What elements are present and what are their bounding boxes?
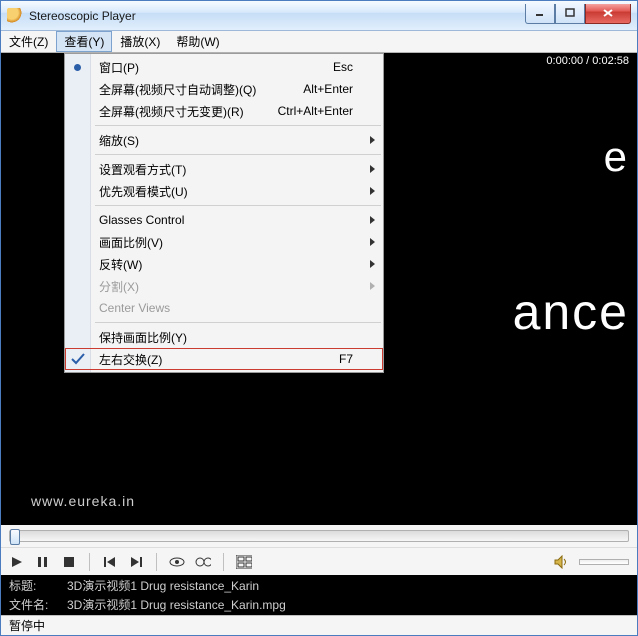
- menu-item-keep-aspect[interactable]: 保持画面比例(Y): [65, 326, 383, 348]
- play-button[interactable]: [9, 554, 25, 570]
- submenu-arrow-icon: [370, 136, 375, 144]
- menu-help[interactable]: 帮助(W): [168, 31, 227, 52]
- menu-view[interactable]: 查看(Y): [56, 31, 112, 52]
- check-icon: [70, 351, 86, 367]
- menu-separator: [95, 154, 381, 155]
- info-title-label: 标题:: [9, 577, 49, 594]
- menu-item-label: 全屏幕(视频尺寸自动调整)(Q): [99, 81, 256, 98]
- menu-play[interactable]: 播放(X): [112, 31, 168, 52]
- menu-item-label: 缩放(S): [99, 132, 139, 149]
- glasses-icon[interactable]: [195, 554, 211, 570]
- window-title: Stereoscopic Player: [29, 9, 525, 23]
- menu-item-label: Glasses Control: [99, 213, 184, 227]
- info-file-label: 文件名:: [9, 596, 49, 613]
- video-watermark: www.eureka.in: [31, 493, 135, 509]
- status-text: 暂停中: [9, 617, 45, 634]
- menu-item-label: 左右交换(Z): [99, 351, 162, 368]
- infobar: 标题: 3D演示视频1 Drug resistance_Karin 文件名: 3…: [1, 575, 637, 615]
- volume-slider[interactable]: [579, 559, 629, 565]
- controls: [1, 547, 637, 575]
- menu-item-viewing-method[interactable]: 设置观看方式(T): [65, 158, 383, 180]
- menu-item-aspect[interactable]: 画面比例(V): [65, 231, 383, 253]
- menu-item-glasses[interactable]: Glasses Control: [65, 209, 383, 231]
- menu-separator: [95, 322, 381, 323]
- menu-item-shortcut: Ctrl+Alt+Enter: [278, 104, 353, 118]
- menu-item-center-views: Center Views: [65, 297, 383, 319]
- menu-item-flip[interactable]: 反转(W): [65, 253, 383, 275]
- menu-item-label: Center Views: [99, 301, 170, 315]
- info-title-value: 3D演示视频1 Drug resistance_Karin: [67, 577, 259, 594]
- maximize-button[interactable]: [555, 4, 585, 24]
- stop-button[interactable]: [61, 554, 77, 570]
- menu-item-swap-lr[interactable]: 左右交换(Z) F7: [65, 348, 383, 370]
- control-separator: [223, 553, 224, 571]
- menu-item-label: 设置观看方式(T): [99, 161, 186, 178]
- bullet-icon: [74, 64, 81, 71]
- menu-item-label: 全屏幕(视频尺寸无变更)(R): [99, 103, 244, 120]
- submenu-arrow-icon: [370, 238, 375, 246]
- timecode: 0:00:00 / 0:02:58: [546, 55, 629, 67]
- menu-item-shortcut: Alt+Enter: [303, 82, 353, 96]
- menu-item-label: 保持画面比例(Y): [99, 329, 187, 346]
- menu-separator: [95, 205, 381, 206]
- titlebar[interactable]: Stereoscopic Player: [1, 1, 637, 31]
- app-window: Stereoscopic Player 文件(Z) 查看(Y) 播放(X) 帮助…: [0, 0, 638, 636]
- layout-icon[interactable]: [236, 554, 252, 570]
- menu-item-label: 分割(X): [99, 278, 139, 295]
- view-dropdown: 窗口(P) Esc 全屏幕(视频尺寸自动调整)(Q) Alt+Enter 全屏幕…: [64, 53, 384, 373]
- video-overlay-text-mid: ance: [513, 283, 629, 341]
- submenu-arrow-icon: [370, 216, 375, 224]
- submenu-arrow-icon: [370, 165, 375, 173]
- menu-item-split: 分割(X): [65, 275, 383, 297]
- volume-icon[interactable]: [553, 554, 569, 570]
- statusbar: 暂停中: [1, 615, 637, 635]
- menu-item-fullscreen-auto[interactable]: 全屏幕(视频尺寸自动调整)(Q) Alt+Enter: [65, 78, 383, 100]
- app-icon: [7, 8, 23, 24]
- menu-separator: [95, 125, 381, 126]
- video-overlay-text-top: e: [604, 133, 629, 181]
- menu-item-shortcut: F7: [339, 352, 353, 366]
- menu-item-preferred-mode[interactable]: 优先观看模式(U): [65, 180, 383, 202]
- control-separator: [156, 553, 157, 571]
- window-buttons: [525, 4, 631, 24]
- seek-track[interactable]: [9, 530, 629, 542]
- seekbar: [1, 525, 637, 547]
- close-button[interactable]: [585, 4, 631, 24]
- submenu-arrow-icon: [370, 260, 375, 268]
- menu-item-label: 画面比例(V): [99, 234, 163, 251]
- menu-item-window[interactable]: 窗口(P) Esc: [65, 56, 383, 78]
- seek-thumb[interactable]: [10, 529, 20, 545]
- menu-item-label: 优先观看模式(U): [99, 183, 188, 200]
- menubar: 文件(Z) 查看(Y) 播放(X) 帮助(W): [1, 31, 637, 53]
- menu-item-zoom[interactable]: 缩放(S): [65, 129, 383, 151]
- pause-button[interactable]: [35, 554, 51, 570]
- control-separator: [89, 553, 90, 571]
- prev-button[interactable]: [102, 554, 118, 570]
- submenu-arrow-icon: [370, 187, 375, 195]
- menu-item-label: 反转(W): [99, 256, 142, 273]
- eye-icon[interactable]: [169, 554, 185, 570]
- menu-item-label: 窗口(P): [99, 59, 139, 76]
- menu-item-fullscreen-fixed[interactable]: 全屏幕(视频尺寸无变更)(R) Ctrl+Alt+Enter: [65, 100, 383, 122]
- submenu-arrow-icon: [370, 282, 375, 290]
- info-file-value: 3D演示视频1 Drug resistance_Karin.mpg: [67, 596, 286, 613]
- next-button[interactable]: [128, 554, 144, 570]
- minimize-button[interactable]: [525, 4, 555, 24]
- menu-file[interactable]: 文件(Z): [1, 31, 56, 52]
- menu-item-shortcut: Esc: [333, 60, 353, 74]
